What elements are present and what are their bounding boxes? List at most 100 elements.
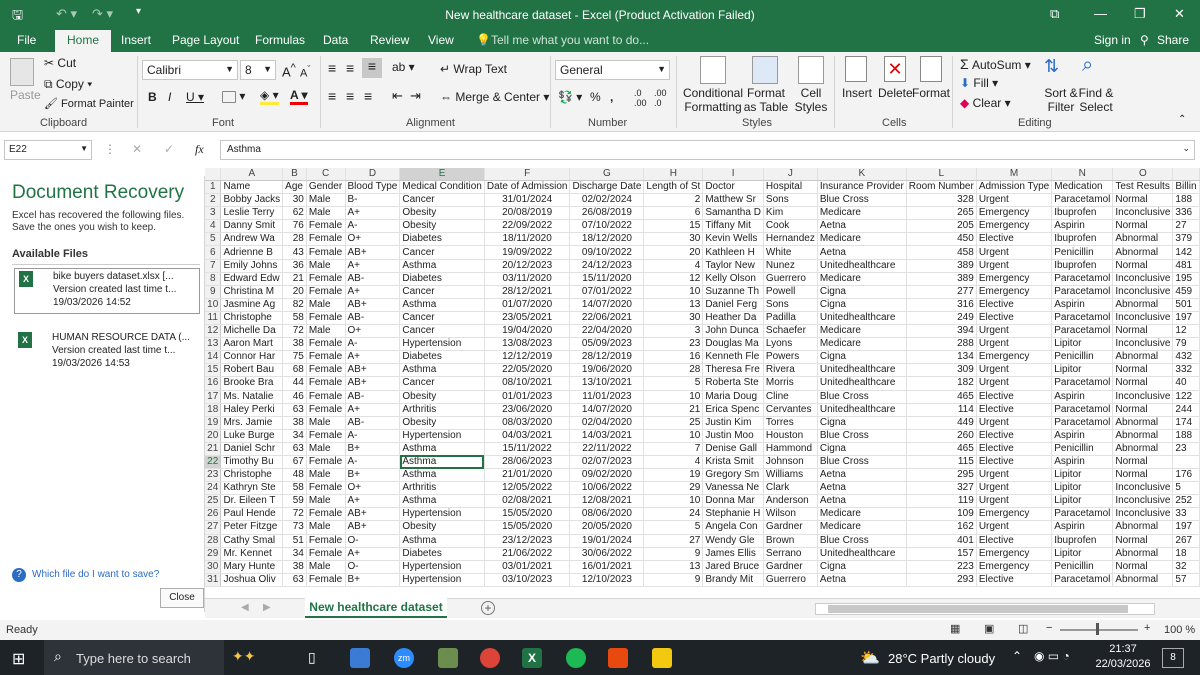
cell[interactable]: Suzanne Th: [702, 285, 764, 299]
cell[interactable]: Leslie Terry: [220, 206, 284, 221]
cell[interactable]: 01/07/2020: [484, 298, 571, 312]
cell[interactable]: Urgent: [976, 468, 1053, 483]
cell[interactable]: Asthma: [399, 259, 485, 273]
cell[interactable]: Wendy Gle: [702, 534, 764, 548]
tab-insert[interactable]: Insert: [121, 33, 151, 47]
cell[interactable]: 15/11/2022: [484, 442, 571, 456]
cell[interactable]: 59: [282, 494, 307, 509]
cell[interactable]: 288: [906, 337, 977, 352]
cell[interactable]: Normal: [1112, 468, 1174, 483]
cell[interactable]: Doctor: [702, 180, 764, 195]
cell[interactable]: Male: [306, 324, 346, 339]
row-header[interactable]: 12: [205, 324, 222, 339]
cell[interactable]: 252: [1172, 494, 1200, 509]
cell[interactable]: Urgent: [976, 481, 1053, 496]
cell[interactable]: Penicillin: [1051, 442, 1114, 456]
merge-center-button[interactable]: ⇔ Merge & Center ▾: [440, 90, 549, 104]
cell[interactable]: 197: [1172, 311, 1200, 326]
cell[interactable]: Cervantes: [763, 403, 818, 417]
wrap-text-button[interactable]: ↵ Wrap Text: [440, 62, 507, 76]
cell[interactable]: 02/04/2020: [569, 416, 645, 430]
cell[interactable]: Aetna: [817, 245, 907, 260]
cell[interactable]: Clark: [763, 481, 818, 496]
decrease-indent-icon[interactable]: ⇤: [392, 88, 403, 104]
cell[interactable]: Female: [306, 245, 346, 260]
cell[interactable]: 44: [282, 376, 307, 391]
cell[interactable]: 134: [906, 350, 977, 365]
cell[interactable]: Urgent: [976, 494, 1053, 509]
cell[interactable]: 11/01/2023: [569, 390, 645, 404]
cell[interactable]: 18/11/2020: [484, 232, 571, 247]
cell[interactable]: 114: [906, 403, 977, 417]
tab-data[interactable]: Data: [323, 33, 348, 47]
cell[interactable]: Unitedhealthcare: [817, 376, 907, 391]
format-painter-button[interactable]: 🖌 Format Painter: [44, 97, 134, 110]
cell[interactable]: Female: [306, 219, 346, 234]
row-header[interactable]: 15: [205, 363, 222, 378]
cell[interactable]: 195: [1172, 272, 1200, 286]
cell[interactable]: Arthritis: [399, 403, 485, 417]
cell[interactable]: 09/10/2022: [569, 245, 645, 260]
cell[interactable]: 28/06/2023: [484, 455, 571, 470]
close-icon[interactable]: ✕: [1174, 6, 1185, 22]
cell[interactable]: Inconclusive: [1112, 206, 1174, 221]
cell[interactable]: Hypertension: [399, 429, 485, 443]
cell[interactable]: 05/09/2023: [569, 337, 645, 352]
cell[interactable]: 62: [282, 206, 307, 221]
cell[interactable]: 16: [643, 350, 704, 365]
cell[interactable]: Normal: [1112, 193, 1174, 208]
cell[interactable]: AB-: [345, 272, 401, 286]
column-header[interactable]: N: [1051, 168, 1114, 181]
weather-text[interactable]: 28°C Partly cloudy: [888, 651, 995, 666]
decrease-decimal-icon[interactable]: .00.0: [654, 88, 667, 108]
cell[interactable]: Male: [306, 560, 346, 574]
cell-styles-button[interactable]: Cell Styles: [792, 86, 830, 114]
cell[interactable]: Krista Smit: [702, 455, 764, 470]
cell[interactable]: Blue Cross: [817, 455, 907, 470]
cell[interactable]: Paracetamol: [1051, 507, 1114, 522]
cell[interactable]: 51: [282, 534, 307, 548]
row-header[interactable]: 14: [205, 350, 222, 365]
cell[interactable]: Kathryn Ste: [220, 481, 284, 496]
cell[interactable]: 394: [906, 324, 977, 339]
cell[interactable]: 277: [906, 285, 977, 299]
top-align-icon[interactable]: ≡: [328, 60, 336, 76]
cell[interactable]: 459: [1172, 285, 1200, 299]
cell[interactable]: 22/11/2022: [569, 442, 645, 456]
cell[interactable]: A+: [345, 547, 401, 561]
cell[interactable]: Medication: [1051, 180, 1114, 195]
cell[interactable]: 389: [906, 259, 977, 273]
cell[interactable]: 63: [282, 403, 307, 417]
cell[interactable]: Paracetamol: [1051, 311, 1114, 326]
cell[interactable]: Urgent: [976, 376, 1053, 391]
cell[interactable]: O-: [345, 560, 401, 574]
cell[interactable]: Diabetes: [399, 232, 485, 247]
cell[interactable]: Female: [306, 350, 346, 365]
cell[interactable]: 205: [906, 219, 977, 234]
cell[interactable]: 03/10/2023: [484, 573, 571, 587]
cell[interactable]: 23: [1172, 442, 1200, 456]
cell[interactable]: Inconclusive: [1112, 337, 1174, 352]
cell[interactable]: A-: [345, 455, 401, 470]
cell[interactable]: Blue Cross: [817, 390, 907, 404]
cell[interactable]: Female: [306, 481, 346, 496]
cell[interactable]: Unitedhealthcare: [817, 311, 907, 326]
cell[interactable]: Matthew Sr: [702, 193, 764, 208]
orientation-icon[interactable]: ab ▾: [392, 60, 415, 74]
cell[interactable]: Adrienne B: [220, 245, 284, 260]
select-all-corner[interactable]: [205, 168, 222, 181]
cell[interactable]: Abnormal: [1112, 232, 1174, 247]
cell[interactable]: 4: [643, 455, 704, 470]
cell[interactable]: Medicare: [817, 272, 907, 286]
cell[interactable]: 31/01/2024: [484, 193, 571, 208]
zoom-app-icon[interactable]: zm: [394, 648, 414, 668]
cell[interactable]: Aspirin: [1051, 219, 1114, 234]
cell[interactable]: 20/12/2023: [484, 259, 571, 273]
cell[interactable]: Normal: [1112, 534, 1174, 548]
cell[interactable]: 10: [643, 429, 704, 443]
cell[interactable]: James Ellis: [702, 547, 764, 561]
zoom-level[interactable]: 100 %: [1164, 624, 1195, 636]
cell[interactable]: Daniel Ferg: [702, 298, 764, 312]
cell[interactable]: Brown: [763, 534, 818, 548]
cell[interactable]: AB+: [345, 507, 401, 522]
